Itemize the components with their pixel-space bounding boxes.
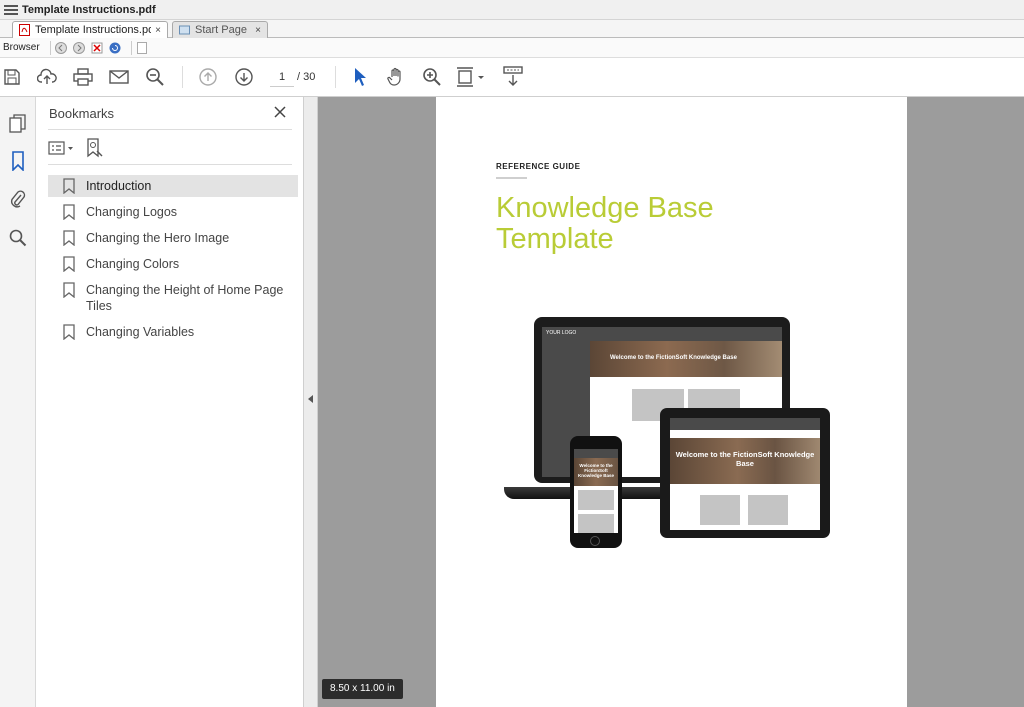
next-page-icon[interactable] — [233, 66, 255, 88]
fit-page-icon[interactable] — [456, 66, 486, 88]
bookmark-label: Changing Logos — [86, 205, 178, 219]
bookmark-icon — [63, 204, 75, 220]
page-thumbnails-icon[interactable] — [7, 113, 29, 135]
mockup-topbar — [590, 327, 782, 341]
bookmark-changing-hero-image[interactable]: Changing the Hero Image — [48, 227, 298, 249]
tab-bar: Template Instructions.pdf × Start Page × — [0, 20, 1024, 38]
bookmark-label: Changing the Hero Image — [86, 231, 230, 245]
close-icon[interactable] — [272, 104, 288, 120]
bookmark-icon — [63, 178, 75, 194]
tab-start-page[interactable]: Start Page × — [172, 21, 268, 38]
mockup-hero-image: Welcome to the FictionSoft Knowledge Bas… — [670, 438, 820, 484]
bookmark-changing-colors[interactable]: Changing Colors — [48, 253, 298, 275]
back-icon[interactable] — [54, 41, 67, 54]
divider — [182, 66, 183, 88]
bookmark-label: Changing Colors — [86, 257, 180, 271]
mockup-tile — [700, 495, 740, 525]
tab-label: Start Page — [195, 24, 247, 36]
bookmark-changing-tile-height[interactable]: Changing the Height of Home Page Tiles — [48, 279, 298, 317]
kicker-rule — [496, 177, 527, 179]
close-icon[interactable]: × — [155, 25, 161, 36]
navigation-rail — [0, 97, 36, 707]
divider — [49, 40, 51, 55]
start-page-icon — [179, 25, 190, 35]
mockup-hero-text: Welcome to the FictionSoft Knowledge Bas… — [675, 450, 815, 468]
bookmarks-panel: Bookmarks Introduction Changing Logos Ch… — [36, 97, 304, 707]
mockup-tile — [578, 490, 614, 510]
mockup-hero-text: Welcome to the FictionSoft Knowledge Bas… — [577, 463, 614, 478]
panel-title: Bookmarks — [49, 106, 115, 121]
select-cursor-icon[interactable] — [349, 66, 371, 88]
home-button — [590, 536, 600, 546]
page-number-input[interactable]: 1 — [270, 67, 294, 87]
bookmark-list: Introduction Changing Logos Changing the… — [48, 175, 298, 347]
mockup-logo: YOUR LOGO — [546, 330, 577, 336]
collapse-arrow-icon[interactable] — [308, 395, 313, 403]
new-bookmark-icon[interactable] — [86, 138, 104, 158]
save-icon[interactable] — [1, 66, 23, 88]
window-title: Template Instructions.pdf — [22, 3, 156, 16]
bookmark-icon — [63, 230, 75, 246]
stop-icon[interactable] — [91, 42, 103, 54]
page-total: / 30 — [297, 71, 316, 83]
tablet-mockup: Welcome to the FictionSoft Knowledge Bas… — [660, 408, 830, 538]
hamburger-menu-icon[interactable] — [4, 4, 18, 15]
divider — [130, 40, 132, 55]
scroll-mode-icon[interactable] — [501, 66, 525, 88]
previous-page-icon[interactable] — [197, 66, 219, 88]
bookmark-introduction[interactable]: Introduction — [48, 175, 298, 197]
main-toolbar: 1 / 30 — [0, 58, 1024, 97]
tab-label: Template Instructions.pdf — [35, 24, 152, 36]
browser-label: Browser — [3, 42, 40, 53]
options-menu-icon[interactable] — [48, 138, 74, 158]
document-kicker: REFERENCE GUIDE — [496, 162, 581, 171]
cloud-upload-icon[interactable] — [36, 66, 58, 88]
refresh-icon[interactable] — [109, 42, 121, 54]
document-view[interactable]: REFERENCE GUIDE Knowledge Base Template … — [304, 97, 1024, 707]
tab-template-instructions[interactable]: Template Instructions.pdf × — [12, 21, 168, 38]
mockup-topbar — [670, 418, 820, 430]
tablet-display: Welcome to the FictionSoft Knowledge Bas… — [670, 418, 820, 530]
mockup-tile — [578, 514, 614, 533]
bookmark-changing-logos[interactable]: Changing Logos — [48, 201, 298, 223]
mockup-hero-image: Welcome to the FictionSoft Knowledge Bas… — [574, 458, 618, 486]
zoom-out-icon[interactable] — [144, 66, 166, 88]
page-size-badge: 8.50 x 11.00 in — [322, 679, 403, 699]
email-icon[interactable] — [108, 66, 130, 88]
title-bar: Template Instructions.pdf — [0, 0, 1024, 20]
forward-icon[interactable] — [72, 41, 85, 54]
mockup-hero-image: Welcome to the FictionSoft Knowledge Bas… — [590, 341, 782, 377]
bookmark-label: Changing Variables — [86, 325, 195, 339]
phone-mockup: Welcome to the FictionSoft Knowledge Bas… — [570, 436, 622, 548]
zoom-in-icon[interactable] — [421, 66, 443, 88]
pdf-file-icon — [19, 24, 30, 36]
hand-tool-icon[interactable] — [385, 66, 407, 88]
document-title: Knowledge Base Template — [496, 192, 714, 255]
phone-display: Welcome to the FictionSoft Knowledge Bas… — [574, 449, 618, 533]
divider — [48, 129, 292, 130]
divider — [48, 164, 292, 165]
print-icon[interactable] — [72, 66, 94, 88]
pdf-page: REFERENCE GUIDE Knowledge Base Template … — [436, 97, 907, 707]
close-icon[interactable]: × — [255, 25, 261, 36]
mockup-tile — [748, 495, 788, 525]
panel-collapse-handle[interactable] — [304, 97, 318, 707]
attachment-icon[interactable] — [7, 188, 29, 210]
bookmark-tools — [48, 137, 116, 159]
divider — [335, 66, 336, 88]
bookmark-icon — [63, 256, 75, 272]
page-icon[interactable] — [136, 41, 148, 54]
bookmark-label: Introduction — [86, 179, 152, 193]
mockup-topbar — [574, 449, 618, 458]
browser-bar: Browser — [0, 38, 1024, 58]
bookmark-icon — [63, 282, 75, 298]
search-icon[interactable] — [7, 227, 29, 249]
bookmark-panel-icon[interactable] — [7, 150, 29, 172]
mockup-hero-text: Welcome to the FictionSoft Knowledge Bas… — [610, 355, 737, 361]
bookmark-icon — [63, 324, 75, 340]
bookmark-changing-variables[interactable]: Changing Variables — [48, 321, 298, 343]
bookmark-label: Changing the Height of Home Page Tiles — [86, 283, 284, 313]
